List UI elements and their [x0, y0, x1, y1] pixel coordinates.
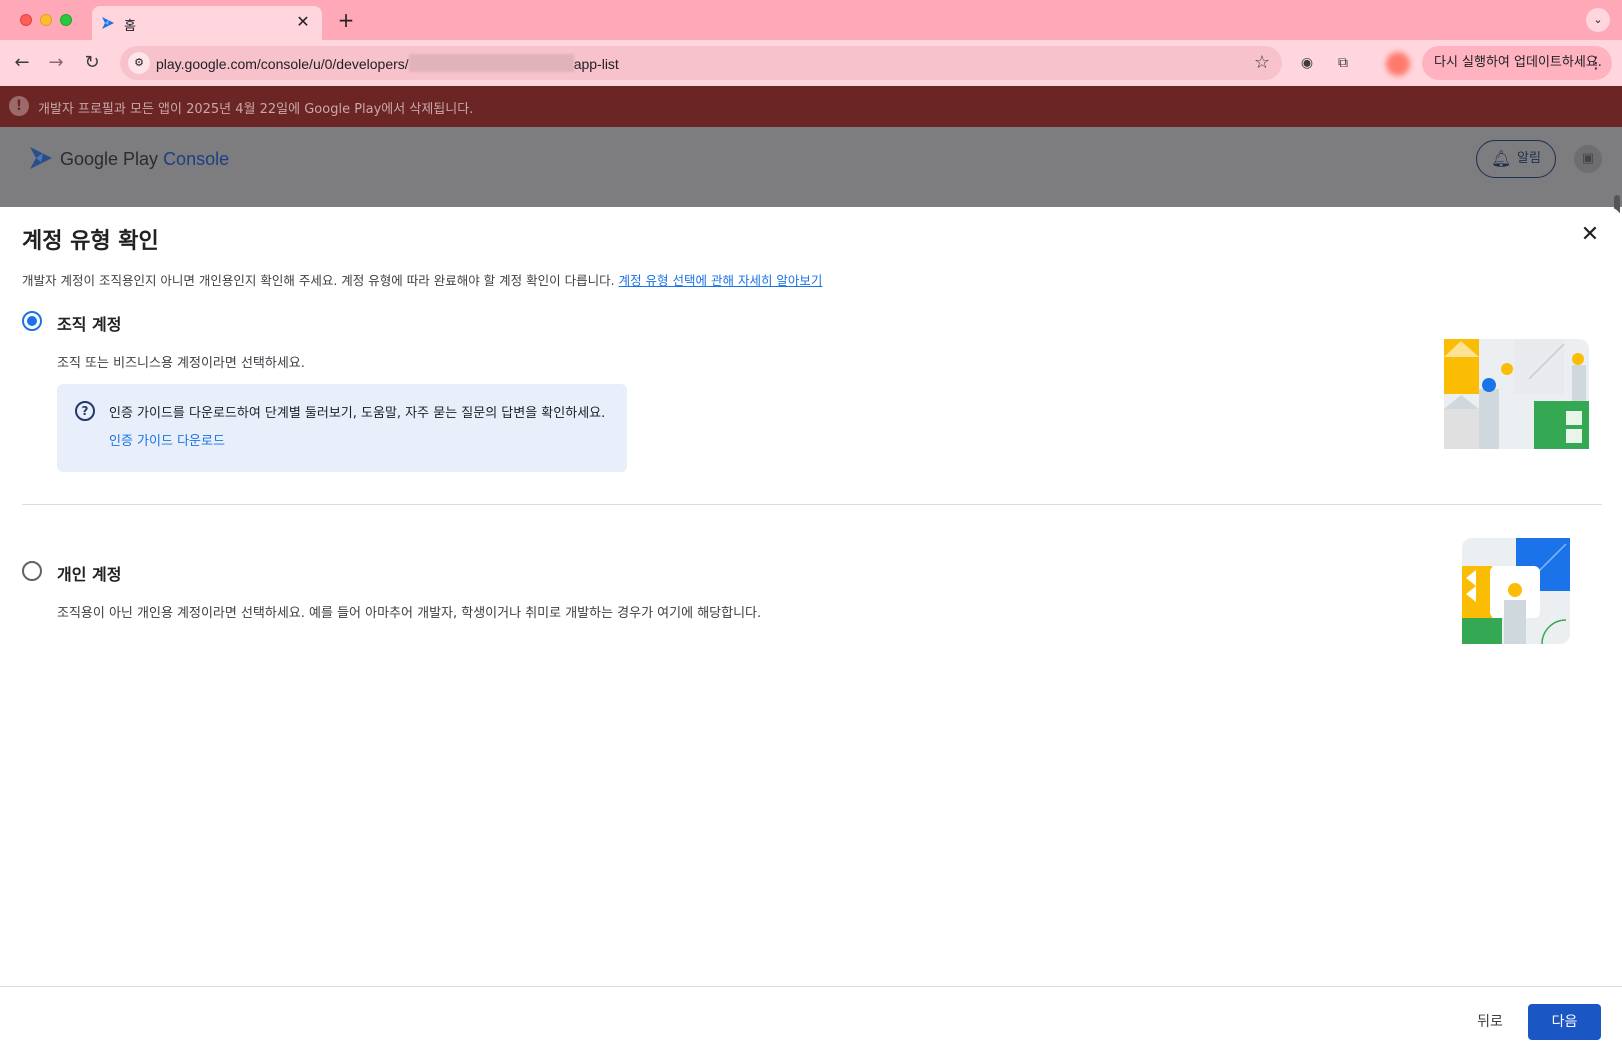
- back-icon[interactable]: ←: [10, 51, 34, 75]
- personal-illustration: [1462, 538, 1570, 644]
- organization-account-radio[interactable]: [22, 311, 42, 331]
- verification-guide-box: ? 인증 가이드를 다운로드하여 단계별 둘러보기, 도움말, 자주 묻는 질문…: [57, 384, 627, 472]
- notifications-button[interactable]: 🔔︎ 알림: [1476, 140, 1556, 178]
- play-console-favicon-icon: [102, 17, 114, 29]
- play-console-logo-icon: [30, 147, 52, 169]
- url-text: play.google.com/console/u/0/developers/a…: [156, 54, 619, 72]
- profile-avatar[interactable]: [1386, 52, 1410, 76]
- warning-icon: !: [9, 96, 29, 116]
- verification-guide-text: 인증 가이드를 다운로드하여 단계별 둘러보기, 도움말, 자주 묻는 질문의 …: [109, 406, 606, 421]
- reload-icon[interactable]: ↻: [80, 51, 104, 75]
- personal-account-description: 조직용이 아닌 개인용 계정이라면 선택하세요. 예를 들어 아마추어 개발자,…: [57, 606, 762, 621]
- organization-illustration: [1444, 339, 1589, 449]
- window-minimize-button[interactable]: [40, 14, 52, 26]
- tab-search-chevron-icon[interactable]: ⌄: [1586, 8, 1610, 32]
- window-zoom-button[interactable]: [60, 14, 72, 26]
- bookmark-star-icon[interactable]: ☆: [1254, 52, 1270, 73]
- download-guide-link[interactable]: 인증 가이드 다운로드: [109, 430, 225, 449]
- dialog-title: 계정 유형 확인: [22, 229, 159, 254]
- console-title: Google Play Console: [60, 149, 230, 169]
- browser-tabbar: 홈 ✕ + ⌄: [0, 0, 1622, 40]
- console-header: Google Play Console 🔔︎ 알림 ▣: [0, 127, 1622, 207]
- apps-icon[interactable]: ▣: [1574, 145, 1602, 173]
- learn-more-link[interactable]: 계정 유형 선택에 관해 자세히 알아보기: [619, 273, 823, 288]
- deletion-warning-banner: ! 개발자 프로필과 모든 앱이 2025년 4월 22일에 Google Pl…: [0, 86, 1622, 127]
- browser-toolbar: ← → ↻ ⚙ play.google.com/console/u/0/deve…: [0, 40, 1622, 86]
- address-bar[interactable]: ⚙ play.google.com/console/u/0/developers…: [120, 46, 1282, 80]
- update-chrome-button[interactable]: 다시 실행하여 업데이트하세요. ⋮: [1422, 46, 1612, 80]
- account-type-dialog: 계정 유형 확인 ✕ 개발자 계정이 조직용인지 아니면 개인용인지 확인해 주…: [0, 207, 1622, 1053]
- extensions-icon[interactable]: ⧉: [1332, 52, 1354, 74]
- help-icon: ?: [75, 401, 95, 421]
- bell-icon: 🔔︎: [1491, 149, 1512, 168]
- organization-account-label[interactable]: 조직 계정: [57, 311, 121, 335]
- tab-close-icon[interactable]: ✕: [294, 12, 312, 32]
- banner-text: 개발자 프로필과 모든 앱이 2025년 4월 22일에 Google Play…: [38, 102, 474, 117]
- next-button[interactable]: 다음: [1528, 1004, 1601, 1040]
- dialog-footer-divider: [0, 986, 1622, 987]
- window-close-button[interactable]: [20, 14, 32, 26]
- site-info-icon[interactable]: ⚙: [128, 52, 150, 74]
- back-button[interactable]: 뒤로: [1460, 1004, 1520, 1040]
- redacted-developer-id: [408, 54, 574, 72]
- forward-icon[interactable]: →: [44, 51, 68, 75]
- browser-tab[interactable]: 홈 ✕: [92, 6, 322, 40]
- password-icon[interactable]: ◉: [1296, 52, 1318, 74]
- close-icon[interactable]: ✕: [1576, 221, 1604, 249]
- personal-account-radio[interactable]: [22, 561, 42, 581]
- new-tab-button[interactable]: +: [334, 8, 358, 32]
- more-icon[interactable]: ⋮: [1588, 46, 1604, 80]
- options-divider: [22, 504, 1602, 505]
- organization-account-description: 조직 또는 비즈니스용 계정이라면 선택하세요.: [57, 356, 305, 371]
- dialog-description: 개발자 계정이 조직용인지 아니면 개인용인지 확인해 주세요. 계정 유형에 …: [22, 273, 823, 288]
- personal-account-label[interactable]: 개인 계정: [57, 561, 121, 585]
- tab-title: 홈: [124, 19, 136, 34]
